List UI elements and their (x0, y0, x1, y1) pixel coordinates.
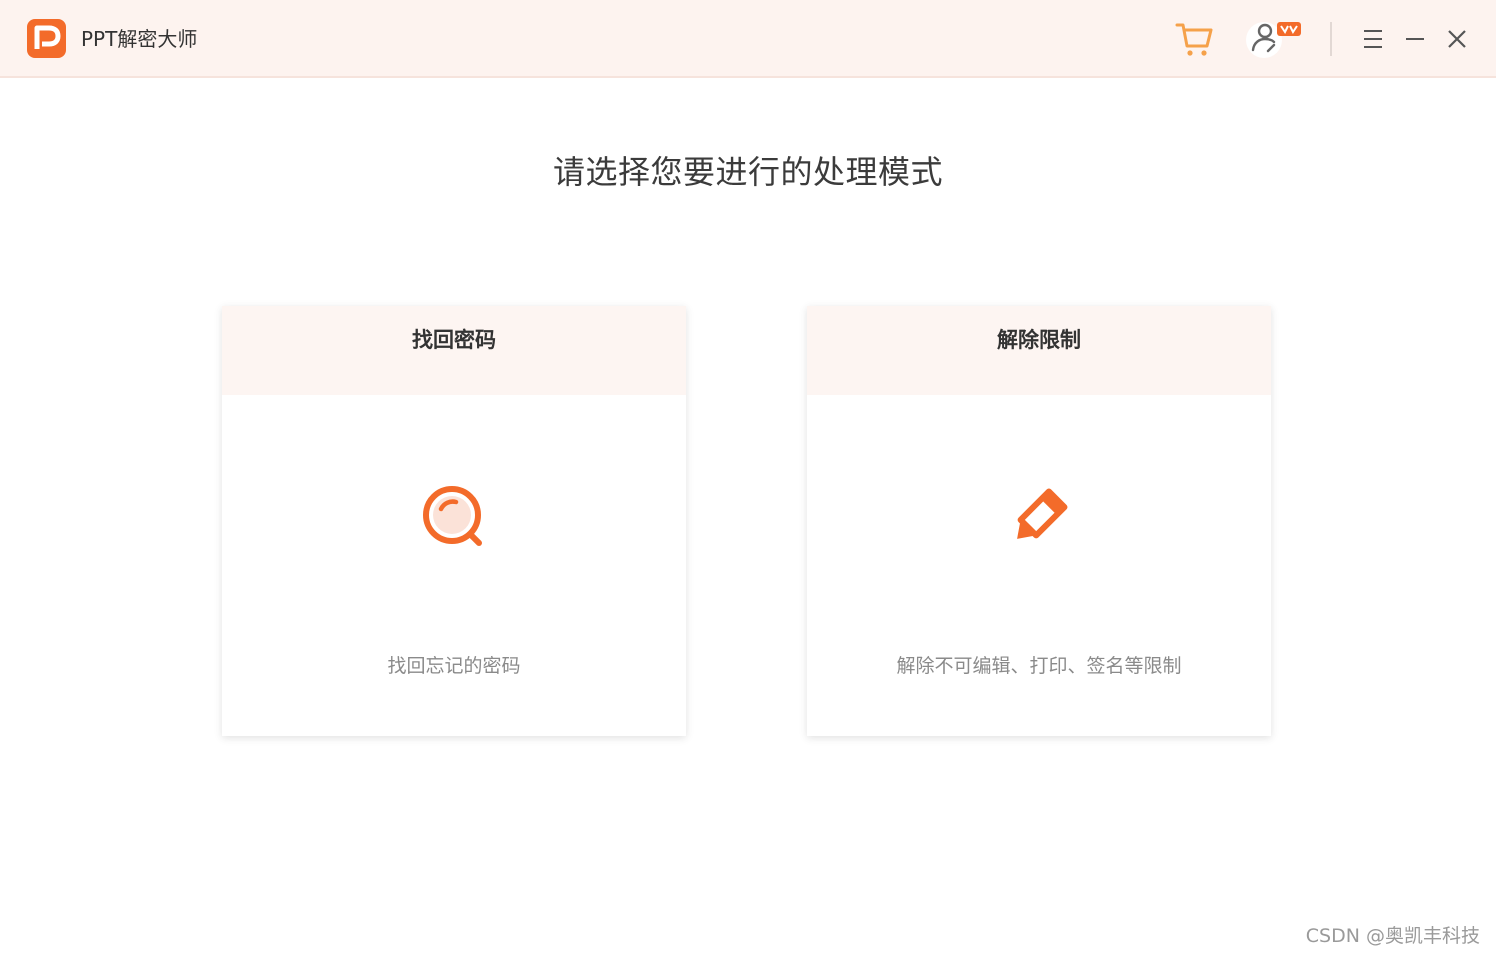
minimize-icon (1406, 38, 1424, 40)
app-window: PPT解密大师 请选择您要进行的处理模式 找回密码 找回忘记的密码 解除限制 解… (0, 0, 1496, 956)
card-title: 找回密码 (412, 328, 496, 352)
close-button[interactable] (1436, 18, 1478, 60)
recover-password-card[interactable]: 找回密码 找回忘记的密码 (222, 306, 686, 736)
minimize-button[interactable] (1394, 18, 1436, 60)
user-account-button[interactable] (1244, 18, 1304, 60)
title-bar: PPT解密大师 (0, 0, 1496, 78)
page-heading: 请选择您要进行的处理模式 (552, 153, 943, 191)
card-header: 解除限制 (807, 306, 1271, 395)
card-description: 解除不可编辑、打印、签名等限制 (896, 655, 1182, 677)
remove-restrictions-card[interactable]: 解除限制 解除不可编辑、打印、签名等限制 (807, 306, 1271, 736)
close-icon (1448, 30, 1466, 48)
watermark: CSDN @奥凯丰科技 (1305, 925, 1480, 947)
card-title: 解除限制 (997, 328, 1081, 352)
title-bar-divider (1330, 22, 1332, 56)
card-description: 找回忘记的密码 (387, 655, 521, 677)
menu-button[interactable] (1352, 18, 1394, 60)
app-title: PPT解密大师 (81, 27, 198, 51)
user-vip-icon (1246, 22, 1301, 58)
menu-icon (1364, 30, 1382, 48)
pencil-icon (1004, 482, 1074, 552)
shopping-cart-icon (1175, 23, 1213, 56)
card-header: 找回密码 (222, 306, 686, 395)
p-logo-icon (27, 19, 66, 58)
cart-button[interactable] (1173, 18, 1215, 60)
search-icon (419, 482, 489, 552)
